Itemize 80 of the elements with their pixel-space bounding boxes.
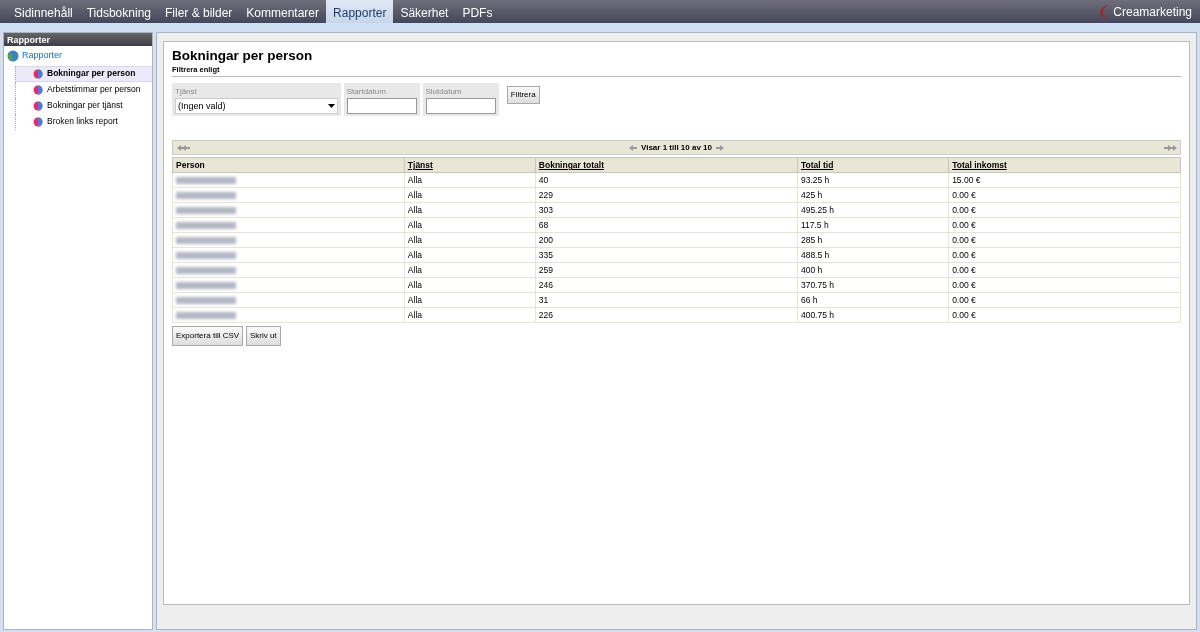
table-cell: 495.25 h <box>797 202 949 218</box>
table-cell: 0.00 € <box>948 187 1181 203</box>
brand-name: Creamarketing <box>1113 3 1192 21</box>
field-label: Startdatum <box>346 86 387 99</box>
table-cell: Alla <box>404 232 536 248</box>
table-cell: 0.00 € <box>948 307 1181 323</box>
table-cell: Alla <box>404 187 536 203</box>
sidebar-title: Rapporter <box>4 33 152 46</box>
table-cell: 400.75 h <box>797 307 949 323</box>
field-label: Slutdatum <box>425 86 463 99</box>
tree-item[interactable]: Bokningar per person <box>15 65 152 82</box>
nav-tab[interactable]: Rapporter <box>326 0 394 23</box>
table-cell: 226 <box>535 307 798 323</box>
table-cell: Alla <box>404 277 536 293</box>
column-header: Person <box>172 157 405 173</box>
table-cell: Alla <box>404 292 536 308</box>
globe-icon <box>7 49 19 62</box>
table-cell: 0.00 € <box>948 292 1181 308</box>
nav-tab[interactable]: Sidinnehåll <box>7 0 80 23</box>
table-cell: 229 <box>535 187 798 203</box>
table-cell: 0.00 € <box>948 247 1181 263</box>
tree-item[interactable]: Arbetstimmar per person <box>15 81 152 98</box>
nav-tab[interactable]: PDFs <box>455 0 500 23</box>
ball-icon <box>33 68 43 79</box>
filter-button[interactable]: Filtrera <box>506 86 540 105</box>
nav-tab[interactable]: Filer & bilder <box>158 0 240 23</box>
sortable-column-header[interactable]: Bokningar totalt <box>535 157 798 173</box>
date-field[interactable] <box>346 98 417 115</box>
table-cell: 425 h <box>797 187 949 203</box>
ball-icon <box>33 116 43 127</box>
table-cell: 31 <box>535 292 798 308</box>
table-cell: 488.5 h <box>797 247 949 263</box>
sortable-column-header[interactable]: Total tid <box>797 157 949 173</box>
service-select[interactable]: (Ingen vald) <box>175 98 338 115</box>
first-page-icon[interactable] <box>176 143 190 152</box>
sortable-column-header[interactable]: Total inkomst <box>948 157 1181 173</box>
table-cell: 400 h <box>797 262 949 278</box>
table-cell: 15.00 € <box>948 172 1181 188</box>
table-cell: 93.25 h <box>797 172 949 188</box>
action-button[interactable]: Skriv ut <box>245 326 281 347</box>
sortable-column-header[interactable]: Tjänst <box>404 157 536 173</box>
table-cell: Alla <box>404 262 536 278</box>
table-cell: Alla <box>404 172 536 188</box>
table-cell: 200 <box>535 232 798 248</box>
table-cell: 303 <box>535 202 798 218</box>
tree-item[interactable]: Broken links report <box>15 113 152 130</box>
table-cell: 0.00 € <box>948 232 1181 248</box>
table-cell: Alla <box>404 217 536 233</box>
table-cell: 117.5 h <box>797 217 949 233</box>
date-field[interactable] <box>425 98 496 115</box>
field-label: Tjänst <box>175 86 198 99</box>
page-title: Bokningar per person <box>172 48 314 65</box>
tree-root-link[interactable]: Rapporter <box>22 49 63 63</box>
table-cell: Alla <box>404 307 536 323</box>
table-cell: Alla <box>404 202 536 218</box>
previous-page-icon[interactable] <box>628 143 639 152</box>
nav-tab[interactable]: Tidsbokning <box>79 0 158 23</box>
table-cell: Alla <box>404 247 536 263</box>
ball-icon <box>33 100 43 111</box>
table-cell: 246 <box>535 277 798 293</box>
ball-icon <box>33 84 43 95</box>
table-cell: 68 <box>535 217 798 233</box>
tree-item[interactable]: Bokningar per tjänst <box>15 97 152 114</box>
table-cell: 40 <box>535 172 798 188</box>
table-cell: 66 h <box>797 292 949 308</box>
next-page-icon[interactable] <box>714 143 725 152</box>
table-cell: 259 <box>535 262 798 278</box>
table-cell: 0.00 € <box>948 277 1181 293</box>
caret-icon <box>328 104 335 109</box>
table-cell: 370.75 h <box>797 277 949 293</box>
table-cell: 0.00 € <box>948 262 1181 278</box>
table-cell: 0.00 € <box>948 202 1181 218</box>
last-page-icon[interactable] <box>1163 143 1177 152</box>
nav-tab[interactable]: Säkerhet <box>393 0 456 23</box>
table-cell: 335 <box>535 247 798 263</box>
nav-tab[interactable]: Kommentarer <box>239 0 327 23</box>
action-button[interactable]: Exportera till CSV <box>172 326 244 347</box>
table-cell: 0.00 € <box>948 217 1181 233</box>
table-cell: 285 h <box>797 232 949 248</box>
pager-status: Visar 1 till 10 av 10 <box>641 141 712 154</box>
